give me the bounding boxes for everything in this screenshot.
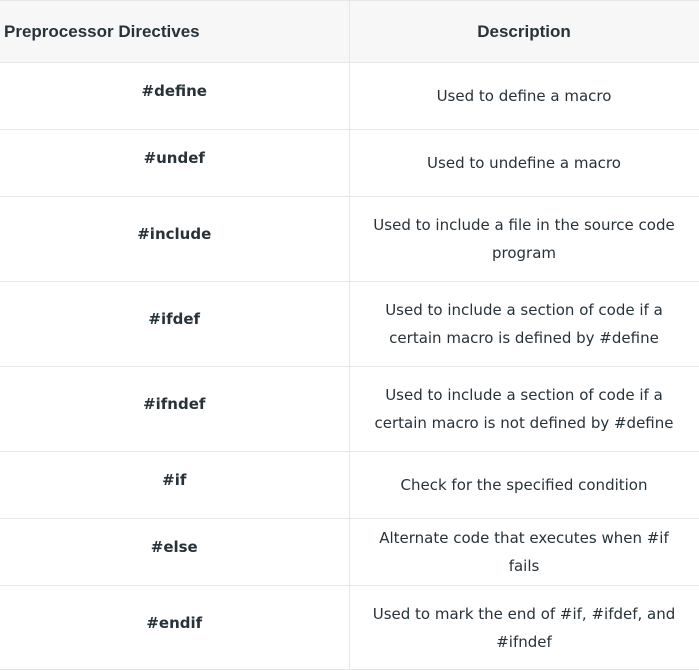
header-row: Preprocessor Directives Description [0,0,699,63]
table-row: #else Alternate code that executes when … [0,518,699,586]
description-cell: Used to define a macro [349,62,699,130]
description-cell: Used to include a section of code if a c… [349,281,699,367]
header-directives: Preprocessor Directives [0,0,350,63]
directive-cell: #undef [0,129,350,197]
table-row: #if Check for the specified condition [0,451,699,519]
directive-cell: #define [0,62,350,130]
directive-cell: #include [0,196,350,282]
description-cell: Used to mark the end of #if, #ifdef, and… [349,585,699,670]
table-row: #ifdef Used to include a section of code… [0,281,699,367]
description-cell: Used to include a file in the source cod… [349,196,699,282]
directive-cell: #else [0,518,350,586]
table-header: Preprocessor Directives Description [0,0,699,63]
table-body: #define Used to define a macro #undef Us… [0,62,699,670]
table-row: #ifndef Used to include a section of cod… [0,366,699,452]
table-row: #endif Used to mark the end of #if, #ifd… [0,585,699,670]
table-row: #undef Used to undefine a macro [0,129,699,197]
header-description: Description [349,0,699,63]
directive-cell: #endif [0,585,350,670]
directive-cell: #ifdef [0,281,350,367]
description-cell: Used to include a section of code if a c… [349,366,699,452]
table-row: #define Used to define a macro [0,62,699,130]
description-cell: Alternate code that executes when #if fa… [349,518,699,586]
description-cell: Check for the specified condition [349,451,699,519]
description-cell: Used to undefine a macro [349,129,699,197]
directives-table: Preprocessor Directives Description #def… [0,0,699,670]
directive-cell: #if [0,451,350,519]
table-row: #include Used to include a file in the s… [0,196,699,282]
directive-cell: #ifndef [0,366,350,452]
